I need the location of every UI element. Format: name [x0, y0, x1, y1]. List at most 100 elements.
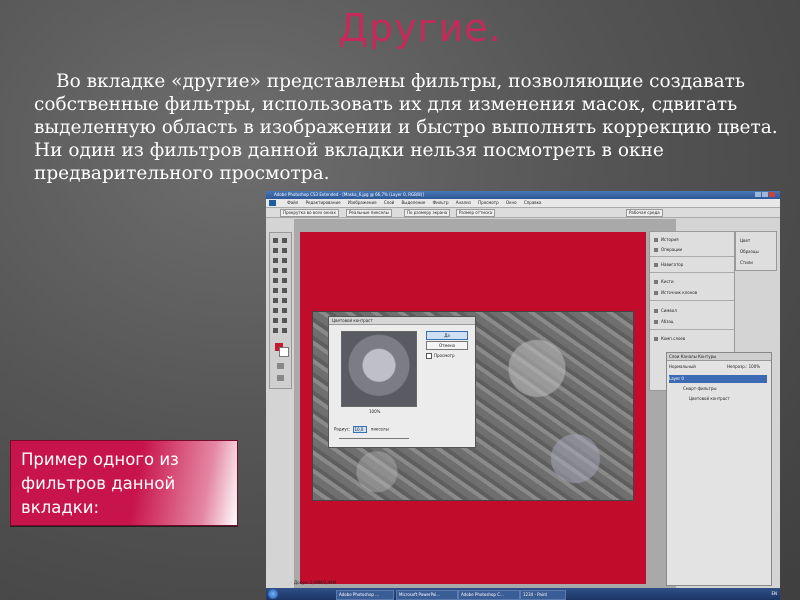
clone-icon [654, 291, 658, 295]
blur-tool-icon[interactable] [273, 298, 278, 303]
path-select-tool-icon[interactable] [273, 318, 278, 323]
healing-tool-icon[interactable] [273, 268, 278, 273]
slice-tool-icon[interactable] [282, 258, 287, 263]
ps-menubar: Файл Редактирование Изображение Слой Выд… [266, 199, 780, 208]
menu-filter[interactable]: Фильтр [433, 199, 449, 207]
panel-clone-source[interactable]: Источник клонов [654, 290, 697, 295]
zoom-level: 100% [369, 409, 381, 414]
checkbox-icon[interactable] [426, 353, 432, 359]
panel-label: Кисти [661, 279, 674, 284]
divider [650, 256, 734, 257]
ok-button[interactable]: Да [426, 331, 468, 340]
eraser-tool-icon[interactable] [273, 288, 278, 293]
radius-input[interactable]: 10,0 [353, 426, 368, 433]
menu-image[interactable]: Изображение [348, 199, 377, 207]
layer-comps-icon [654, 337, 658, 341]
color-contrast-dialog: Цветовой контраст Да Отмена Просмотр 100… [328, 316, 476, 448]
panel-label: Абзац [661, 319, 674, 324]
print-size-button[interactable]: Размер оттиска [456, 209, 496, 217]
divider [650, 329, 734, 330]
panel-label: Операции [661, 247, 683, 252]
panel-layer-comps[interactable]: Комп.слоев [654, 336, 685, 341]
layer-row[interactable]: Layer 0 [669, 375, 767, 383]
panel-color[interactable]: Цвет [740, 238, 750, 243]
menu-layer[interactable]: Слой [384, 199, 394, 207]
brush-icon [654, 280, 658, 284]
dodge-tool-icon[interactable] [282, 298, 287, 303]
type-tool-icon[interactable] [282, 308, 287, 313]
actual-pixels-button[interactable]: Реальные пикселы [346, 209, 392, 217]
panel-paragraph[interactable]: Абзац [654, 319, 674, 324]
preview-checkbox[interactable]: Просмотр [426, 353, 455, 359]
menu-view[interactable]: Просмотр [478, 199, 499, 207]
panel-label: Комп.слоев [661, 336, 686, 341]
scroll-all-windows-checkbox[interactable]: Прокрутка во всех окнах [280, 209, 339, 217]
actions-icon [654, 248, 658, 252]
history-icon [654, 238, 658, 242]
photoshop-screenshot: Adobe Photoshop CS3 Extended - [Maska_6.… [266, 191, 780, 600]
taskbar-item[interactable]: Adobe Photoshop C... [458, 590, 520, 600]
menu-window[interactable]: Окно [506, 199, 517, 207]
navigator-icon [654, 263, 658, 267]
taskbar-item[interactable]: 1234 - Paint [520, 590, 566, 600]
panel-brushes[interactable]: Кисти [654, 279, 674, 284]
taskbar-item[interactable]: Microsoft PowerPoi... [396, 590, 458, 600]
menu-help[interactable]: Справка [524, 199, 542, 207]
menu-file[interactable]: Файл [287, 199, 298, 207]
cancel-button[interactable]: Отмена [426, 341, 468, 350]
history-brush-tool-icon[interactable] [282, 278, 287, 283]
radius-control: Радиус: 10,0 пикселы [334, 426, 389, 433]
panel-navigator[interactable]: Навигатор [654, 262, 683, 267]
hand-tool-icon[interactable] [273, 328, 278, 333]
ps-options-bar: Прокрутка во всех окнах Реальные пикселы… [266, 208, 780, 218]
panel-character[interactable]: Символ [654, 308, 677, 313]
brush-tool-icon[interactable] [282, 268, 287, 273]
character-icon [654, 309, 658, 313]
filter-row[interactable]: Цветовой контраст [689, 395, 780, 403]
panel-label: История [661, 237, 679, 242]
close-icon[interactable] [769, 192, 775, 197]
minimize-icon[interactable] [755, 192, 761, 197]
move-tool-icon[interactable] [273, 238, 278, 243]
panel-label: Символ [661, 308, 677, 313]
quick-mask-icon[interactable] [277, 363, 284, 369]
radius-slider[interactable] [339, 438, 409, 439]
windows-taskbar: Adobe Photoshop ... Microsoft PowerPoi..… [266, 588, 780, 600]
dialog-preview-image[interactable] [341, 331, 417, 407]
zoom-tool-icon[interactable] [282, 328, 287, 333]
shape-tool-icon[interactable] [282, 318, 287, 323]
workspace-dropdown[interactable]: Рабочая среда [626, 209, 663, 217]
panel-dock-color: Цвет Образцы Стили [735, 231, 777, 271]
screen-mode-icon[interactable] [277, 375, 284, 381]
status-bar: Докум: 2,49М/2,49М [294, 580, 337, 585]
magic-wand-tool-icon[interactable] [282, 248, 287, 253]
caption-box: Пример одного из фильтров данной вкладки… [10, 440, 238, 526]
divider [650, 300, 734, 301]
layers-tabs[interactable]: Слои Каналы Контуры [667, 353, 771, 361]
panel-label: Навигатор [661, 262, 684, 267]
menu-analysis[interactable]: Анализ [456, 199, 471, 207]
taskbar-item[interactable]: Adobe Photoshop ... [336, 590, 394, 600]
lasso-tool-icon[interactable] [273, 248, 278, 253]
dialog-title: Цветовой контраст [329, 317, 475, 325]
smart-filters-row[interactable]: Смарт-фильтры [683, 385, 780, 393]
panel-styles[interactable]: Стили [740, 260, 753, 265]
menu-select[interactable]: Выделение [402, 199, 426, 207]
panel-actions[interactable]: Операции [654, 247, 682, 252]
crop-tool-icon[interactable] [273, 258, 278, 263]
ps-logo-icon [269, 200, 276, 206]
menu-edit[interactable]: Редактирование [306, 199, 341, 207]
fit-screen-button[interactable]: По размеру экрана [404, 209, 451, 217]
panel-history[interactable]: История [654, 237, 679, 242]
gradient-tool-icon[interactable] [282, 288, 287, 293]
pen-tool-icon[interactable] [273, 308, 278, 313]
marquee-tool-icon[interactable] [282, 238, 287, 243]
panel-swatches[interactable]: Образцы [740, 249, 759, 254]
opacity-field[interactable]: Непрозр.: 100% [727, 363, 767, 371]
stamp-tool-icon[interactable] [273, 278, 278, 283]
ps-window-title: Adobe Photoshop CS3 Extended - [Maska_6.… [274, 192, 424, 197]
maximize-icon[interactable] [762, 192, 768, 197]
start-button[interactable] [268, 589, 278, 599]
background-color-swatch[interactable] [279, 347, 289, 357]
layers-panel: Слои Каналы Контуры Нормальный Непрозр.:… [666, 352, 772, 586]
